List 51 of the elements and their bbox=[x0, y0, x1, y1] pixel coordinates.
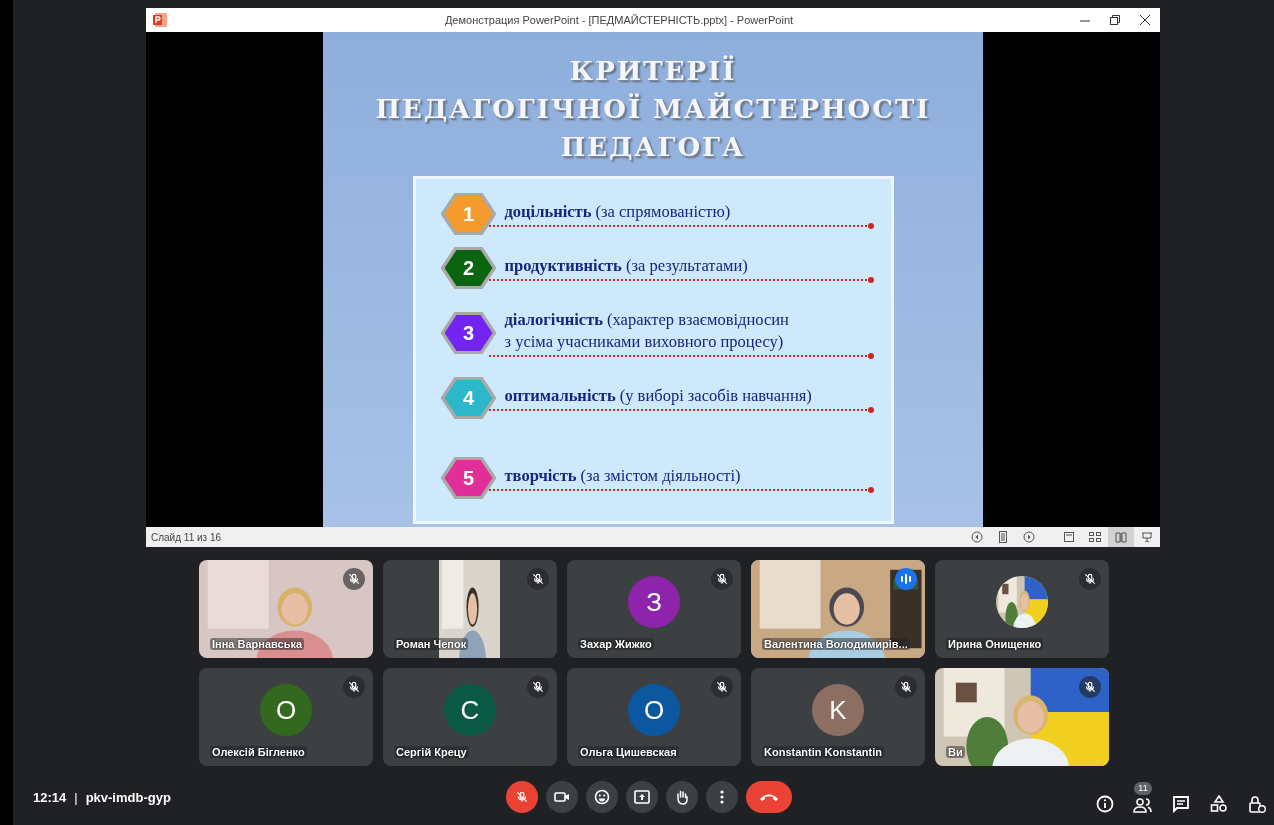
normal-view-icon bbox=[1063, 531, 1075, 543]
slide-title: ПЕДАГОГА bbox=[560, 131, 746, 164]
previous-slide-icon bbox=[971, 531, 983, 543]
avatar: З bbox=[628, 576, 680, 628]
meeting-time: 12:14 bbox=[33, 789, 67, 805]
criterion-text: творчість (за змістом діяльності) bbox=[503, 465, 742, 487]
close-icon bbox=[1140, 15, 1150, 25]
restore-icon bbox=[1110, 15, 1120, 25]
end-call-button[interactable] bbox=[746, 781, 792, 813]
reading-view-button[interactable] bbox=[1108, 527, 1134, 547]
criterion-text: доцільність (за спрямованістю) bbox=[503, 201, 732, 223]
separator: | bbox=[74, 789, 78, 805]
window-title: Демонстрация PowerPoint - [ПЕДМАЙСТЕРНІСТЬ.pptx] - PowerPoint bbox=[443, 14, 795, 26]
camera-icon bbox=[554, 791, 570, 803]
camera-button[interactable] bbox=[546, 781, 578, 813]
criterion-text: з усіма учасниками виховного процесу) bbox=[503, 331, 785, 353]
present-button[interactable] bbox=[626, 781, 658, 813]
info-icon bbox=[1096, 795, 1114, 813]
emoji-button[interactable] bbox=[586, 781, 618, 813]
next-slide-icon bbox=[1023, 531, 1035, 543]
slides-menu-icon bbox=[997, 531, 1009, 543]
microphone-icon bbox=[515, 790, 529, 804]
reading-view-icon bbox=[1115, 531, 1127, 543]
meeting-code: pkv-imdb-gyp bbox=[85, 789, 171, 805]
criterion-text: оптимальність (у виборі засобів навчання) bbox=[503, 385, 813, 407]
chat-icon bbox=[1172, 795, 1190, 813]
raise-hand-icon bbox=[674, 789, 690, 805]
host-controls-icon bbox=[1248, 795, 1266, 813]
avatar: О bbox=[260, 684, 312, 736]
slide-sorter-icon bbox=[1089, 531, 1101, 543]
slide-title: ПЕДАГОГІЧНОЇ МАЙСТЕРНОСТІ bbox=[375, 91, 931, 126]
more-options-icon bbox=[720, 790, 724, 804]
criterion-text: продуктивність (за результатами) bbox=[503, 255, 749, 277]
emoji-icon bbox=[594, 789, 610, 805]
powerpoint-logo-icon bbox=[152, 12, 168, 28]
participant-name: Захар Жижко bbox=[578, 638, 654, 650]
avatar: О bbox=[628, 684, 680, 736]
avatar: С bbox=[444, 684, 496, 736]
raise-hand-button[interactable] bbox=[666, 781, 698, 813]
people-icon bbox=[1133, 797, 1153, 813]
more-options-button[interactable] bbox=[706, 781, 738, 813]
people-button[interactable]: 11 bbox=[1128, 775, 1158, 819]
avatar: K bbox=[812, 684, 864, 736]
activities-icon bbox=[1210, 795, 1228, 813]
slide-counter: Слайд 11 из 16 bbox=[151, 531, 223, 543]
criterion-text: діалогічність (характер взаємовідносин bbox=[503, 309, 790, 331]
present-icon bbox=[634, 790, 650, 804]
slide-show-icon bbox=[1141, 531, 1153, 543]
microphone-button[interactable] bbox=[506, 781, 538, 813]
slide-title: КРИТЕРІЇ bbox=[569, 54, 737, 88]
end-call-icon bbox=[759, 792, 779, 802]
